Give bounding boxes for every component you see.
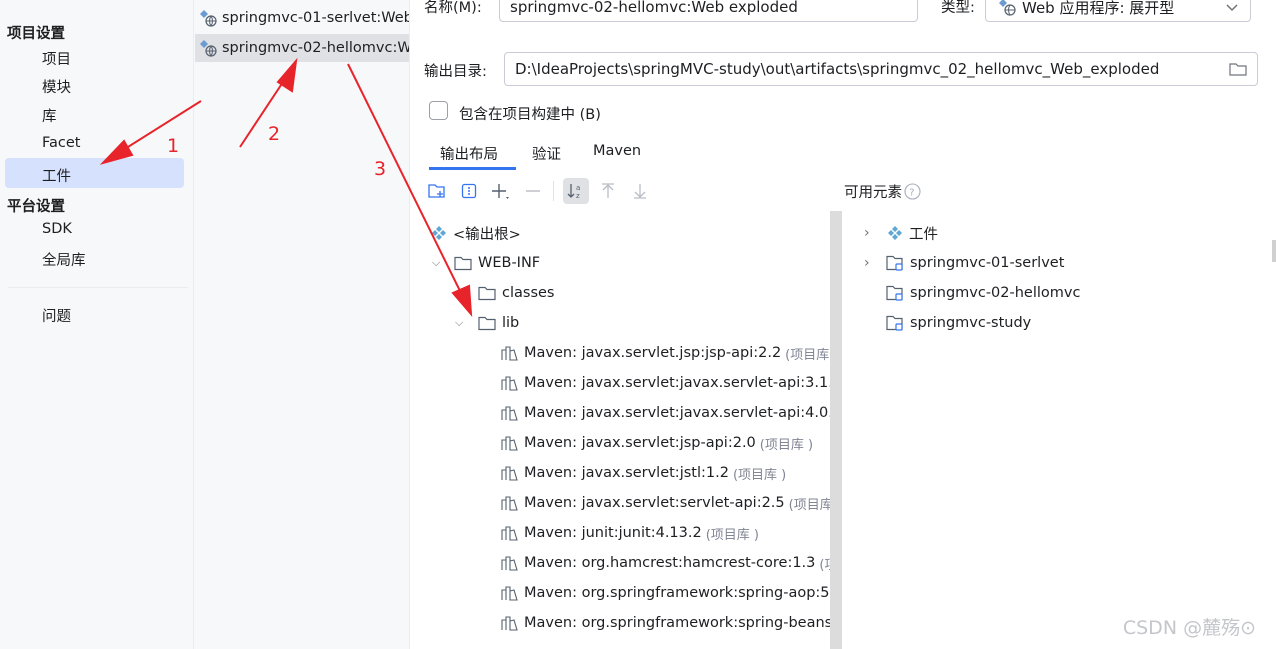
annotation-arrow-1 (119, 100, 202, 153)
annotation-arrows: 1 2 3 (99, 57, 473, 317)
annotation-number-2: 2 (268, 123, 280, 145)
arrowhead-icon (99, 139, 134, 165)
annotation-number-3: 3 (374, 158, 386, 180)
annotation-number-1: 1 (167, 135, 179, 157)
arrowhead-icon (451, 284, 473, 317)
annotation-arrow-3 (347, 63, 464, 298)
watermark: CSDN @麓殇⊙ (1122, 617, 1256, 639)
